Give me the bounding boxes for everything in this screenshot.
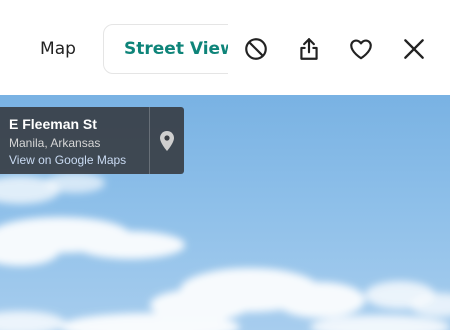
tab-map[interactable]: Map bbox=[20, 24, 96, 74]
close-icon bbox=[404, 39, 424, 59]
open-map-pin-button[interactable] bbox=[150, 107, 184, 174]
favorite-button[interactable] bbox=[346, 34, 376, 64]
heart-icon bbox=[350, 39, 372, 60]
close-button[interactable] bbox=[399, 34, 429, 64]
tab-street-view[interactable]: Street View bbox=[103, 24, 243, 74]
view-on-google-maps-link[interactable]: View on Google Maps bbox=[9, 152, 149, 169]
map-pin-icon bbox=[160, 130, 174, 151]
location-info-card: E Fleeman St Manila, Arkansas View on Go… bbox=[0, 107, 184, 174]
share-button[interactable] bbox=[294, 34, 324, 64]
view-toolbar: Map Street View bbox=[0, 0, 450, 95]
street-name: E Fleeman St bbox=[9, 116, 97, 132]
block-icon bbox=[245, 38, 267, 60]
street-view-panorama[interactable]: E Fleeman St Manila, Arkansas View on Go… bbox=[0, 95, 450, 330]
place-name: Manila, Arkansas bbox=[9, 136, 101, 150]
share-icon bbox=[300, 38, 318, 60]
hide-listing-button[interactable] bbox=[241, 34, 271, 64]
action-bar bbox=[228, 24, 450, 74]
